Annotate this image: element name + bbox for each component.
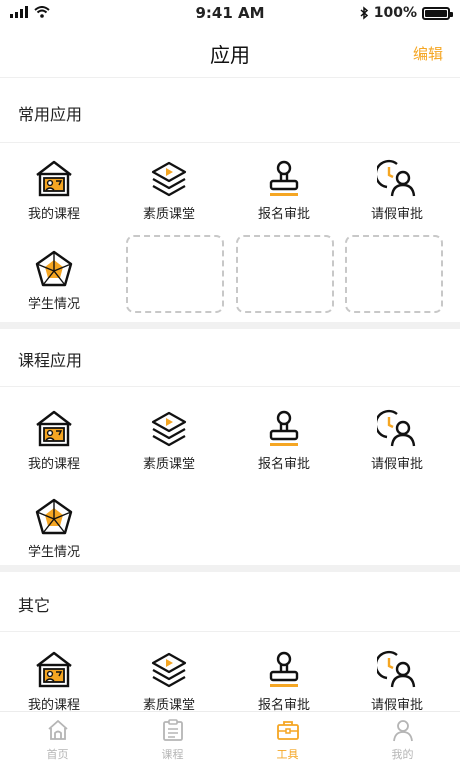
tab-label: 工具 bbox=[276, 748, 299, 761]
section-title: 常用应用 bbox=[18, 105, 83, 124]
empty-slot[interactable] bbox=[236, 235, 334, 313]
section-header: 其它 bbox=[0, 572, 460, 632]
app-leave-approval[interactable]: 请假审批 bbox=[343, 145, 451, 225]
app-grid: 我的课程 素质课堂 报名审批 请假审批 bbox=[0, 632, 460, 711]
app-quality-class[interactable]: 素质课堂 bbox=[115, 395, 223, 475]
section-header: 课程应用 bbox=[0, 329, 460, 387]
tab-profile[interactable]: 我的 bbox=[345, 712, 460, 767]
section-frequent: 常用应用 我的课程 素质课堂 报名审批 请假审批 学生情况 bbox=[0, 79, 460, 322]
app-grid: 我的课程 素质课堂 报名审批 请假审批 学生情况 bbox=[0, 143, 460, 322]
signup-approval-icon bbox=[264, 409, 304, 449]
app-label: 素质课堂 bbox=[142, 207, 195, 222]
home-icon bbox=[47, 720, 68, 740]
app-label: 素质课堂 bbox=[142, 698, 195, 711]
quality-class-icon bbox=[149, 650, 189, 690]
app-grid: 我的课程 素质课堂 报名审批 请假审批 学生情况 bbox=[0, 387, 460, 565]
app-label: 我的课程 bbox=[27, 207, 80, 222]
app-student-status[interactable]: 学生情况 bbox=[0, 235, 108, 315]
tab-tools[interactable]: 工具 bbox=[230, 712, 345, 767]
app-student-status[interactable]: 学生情况 bbox=[0, 483, 108, 563]
app-label: 报名审批 bbox=[257, 698, 310, 711]
app-label: 报名审批 bbox=[257, 457, 310, 472]
app-signup-approval[interactable]: 报名审批 bbox=[230, 636, 338, 711]
leave-approval-icon bbox=[377, 159, 417, 199]
battery-percent: 100% bbox=[373, 5, 417, 21]
empty-slot[interactable] bbox=[126, 235, 224, 313]
tab-bar: 首页 课程 工具 我的 bbox=[0, 711, 460, 767]
app-label: 请假审批 bbox=[370, 698, 423, 711]
edit-button[interactable]: 编辑 bbox=[413, 43, 443, 64]
app-label: 素质课堂 bbox=[142, 457, 195, 472]
app-leave-approval[interactable]: 请假审批 bbox=[343, 636, 451, 711]
tab-label: 首页 bbox=[46, 748, 69, 761]
tab-home[interactable]: 首页 bbox=[0, 712, 115, 767]
student-status-icon bbox=[34, 497, 74, 537]
app-my-course[interactable]: 我的课程 bbox=[0, 145, 108, 225]
profile-icon bbox=[392, 720, 413, 742]
section-divider bbox=[0, 322, 460, 329]
tab-label: 课程 bbox=[161, 748, 184, 761]
app-label: 请假审批 bbox=[370, 207, 423, 222]
empty-slot[interactable] bbox=[345, 235, 443, 313]
app-my-course[interactable]: 我的课程 bbox=[0, 395, 108, 475]
tab-course[interactable]: 课程 bbox=[115, 712, 230, 767]
section-title: 其它 bbox=[18, 596, 51, 615]
course-icon bbox=[34, 650, 74, 690]
student-status-icon bbox=[34, 249, 74, 289]
app-quality-class[interactable]: 素质课堂 bbox=[115, 636, 223, 711]
app-label: 我的课程 bbox=[27, 698, 80, 711]
quality-class-icon bbox=[149, 409, 189, 449]
app-label: 学生情况 bbox=[27, 545, 80, 560]
nav-bar: 应用 编辑 bbox=[0, 26, 460, 78]
app-quality-class[interactable]: 素质课堂 bbox=[115, 145, 223, 225]
app-label: 报名审批 bbox=[257, 207, 310, 222]
app-signup-approval[interactable]: 报名审批 bbox=[230, 145, 338, 225]
course-icon bbox=[34, 159, 74, 199]
section-course-apps: 课程应用 我的课程 素质课堂 报名审批 请假审批 学生情况 bbox=[0, 329, 460, 565]
section-divider bbox=[0, 565, 460, 572]
leave-approval-icon bbox=[377, 409, 417, 449]
signup-approval-icon bbox=[264, 650, 304, 690]
signup-approval-icon bbox=[264, 159, 304, 199]
section-header: 常用应用 bbox=[0, 79, 460, 143]
app-label: 请假审批 bbox=[370, 457, 423, 472]
section-title: 课程应用 bbox=[18, 351, 83, 370]
app-my-course[interactable]: 我的课程 bbox=[0, 636, 108, 711]
section-other: 其它 我的课程 素质课堂 报名审批 请假审批 bbox=[0, 572, 460, 711]
app-signup-approval[interactable]: 报名审批 bbox=[230, 395, 338, 475]
tab-label: 我的 bbox=[391, 748, 414, 761]
battery-icon bbox=[422, 6, 453, 20]
app-label: 我的课程 bbox=[27, 457, 80, 472]
course-list-icon bbox=[162, 719, 183, 741]
app-leave-approval[interactable]: 请假审批 bbox=[343, 395, 451, 475]
bluetooth-icon bbox=[360, 6, 368, 20]
page-title: 应用 bbox=[210, 43, 250, 67]
app-label: 学生情况 bbox=[27, 297, 80, 312]
quality-class-icon bbox=[149, 159, 189, 199]
status-right: 100% bbox=[360, 5, 453, 21]
course-icon bbox=[34, 409, 74, 449]
status-bar: 9:41 AM 100% bbox=[0, 0, 460, 26]
leave-approval-icon bbox=[377, 650, 417, 690]
toolbox-icon bbox=[276, 721, 299, 740]
